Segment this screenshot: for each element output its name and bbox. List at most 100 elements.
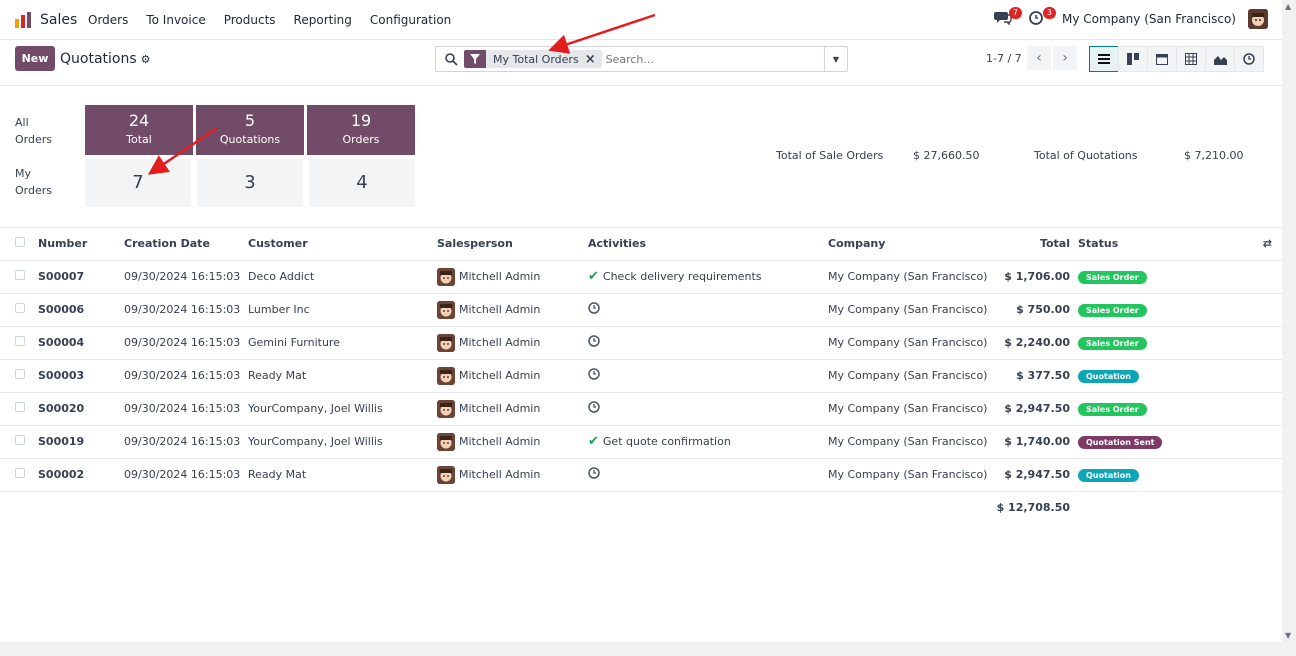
order-number: S00007 (38, 260, 124, 294)
app-name[interactable]: Sales (40, 12, 77, 28)
salesperson-cell: Mitchell Admin (437, 267, 588, 286)
table-row[interactable]: S00020 09/30/2024 16:15:03 YourCompany, Jo… (0, 392, 1282, 426)
chevron-right-icon: › (1062, 50, 1068, 66)
tile-all-total[interactable]: 24 Total (85, 105, 193, 155)
row-checkbox[interactable] (15, 270, 25, 280)
activity-button[interactable]: 3 (1028, 7, 1057, 29)
table-row[interactable]: S00006 09/30/2024 16:15:03 Lumber Inc Mitch… (0, 293, 1282, 327)
page-title: Quotations (60, 51, 137, 67)
salesperson-cell: Mitchell Admin (437, 366, 588, 385)
menu-to-invoice[interactable]: To Invoice (146, 13, 205, 27)
tile-all-orders[interactable]: 19 Orders (307, 105, 415, 155)
scroll-up-icon[interactable]: ▲ (1285, 2, 1291, 11)
customer-name: YourCompany, Joel Willis (248, 425, 437, 459)
menu-reporting[interactable]: Reporting (294, 13, 352, 27)
chevron-left-icon: ‹ (1036, 50, 1042, 66)
main-menu: Orders To Invoice Products Reporting Con… (88, 13, 469, 27)
clock-icon[interactable] (588, 335, 600, 350)
tile-all-orders-label: Orders (342, 133, 380, 146)
order-total: $ 750.00 (988, 293, 1078, 327)
pager-previous-button[interactable]: ‹ (1027, 46, 1051, 70)
col-customer[interactable]: Customer (248, 228, 437, 261)
horizontal-scrollbar[interactable] (0, 642, 1282, 656)
kanban-icon (1127, 53, 1139, 65)
close-icon[interactable]: × (585, 52, 602, 67)
col-salesperson[interactable]: Salesperson (437, 228, 588, 261)
pager-value[interactable]: 1-7 / 7 (986, 52, 1022, 65)
company-switcher[interactable]: My Company (San Francisco) (1062, 12, 1236, 26)
clock-icon[interactable] (588, 302, 600, 317)
search-icon[interactable] (444, 52, 458, 66)
chevron-down-icon[interactable]: ▼ (824, 47, 847, 71)
optional-columns-icon[interactable]: ⇄ (1263, 237, 1272, 250)
col-number[interactable]: Number (38, 228, 124, 261)
order-total: $ 2,240.00 (988, 326, 1078, 360)
table-row[interactable]: S00002 09/30/2024 16:15:03 Ready Mat Mitche… (0, 458, 1282, 492)
tile-my-quotations[interactable]: 3 (197, 159, 303, 207)
status-badge: Sales Order (1078, 303, 1147, 317)
clock-icon[interactable] (588, 368, 600, 383)
row-checkbox[interactable] (15, 468, 25, 478)
menu-products[interactable]: Products (224, 13, 276, 27)
user-avatar[interactable] (1248, 9, 1268, 29)
table-row[interactable]: S00003 09/30/2024 16:15:03 Ready Mat Mitche… (0, 359, 1282, 393)
salesperson-name: Mitchell Admin (459, 303, 541, 316)
kanban-view-button[interactable] (1118, 46, 1148, 72)
status-badge: Sales Order (1078, 336, 1147, 350)
list-view-button[interactable] (1089, 46, 1119, 72)
salesperson-name: Mitchell Admin (459, 336, 541, 349)
sales-app-icon[interactable] (14, 11, 32, 29)
order-number: S00019 (38, 425, 124, 459)
search-input[interactable] (605, 52, 826, 66)
tile-my-total[interactable]: 7 (85, 159, 191, 207)
tile-my-orders[interactable]: 4 (309, 159, 415, 207)
row-checkbox[interactable] (15, 402, 25, 412)
col-company[interactable]: Company (828, 228, 988, 261)
row-checkbox[interactable] (15, 369, 25, 379)
activity-cell[interactable]: ✔ Get quote confirmation (588, 434, 828, 449)
col-total[interactable]: Total (988, 228, 1078, 261)
customer-name: Lumber Inc (248, 293, 437, 327)
messaging-button[interactable]: 7 (994, 7, 1023, 29)
scroll-down-icon[interactable]: ▼ (1285, 631, 1291, 640)
my-orders-label-line1: My (15, 167, 32, 180)
pivot-view-button[interactable] (1176, 46, 1206, 72)
total-quotations-value: $ 7,210.00 (1184, 149, 1244, 162)
avatar (437, 399, 455, 418)
row-checkbox[interactable] (15, 336, 25, 346)
graph-view-button[interactable] (1205, 46, 1235, 72)
row-checkbox[interactable] (15, 435, 25, 445)
clock-icon[interactable] (588, 467, 600, 482)
row-checkbox[interactable] (15, 303, 25, 313)
salesperson-name: Mitchell Admin (459, 270, 541, 283)
menu-configuration[interactable]: Configuration (370, 13, 451, 27)
col-creation-date[interactable]: Creation Date (124, 228, 248, 261)
avatar (437, 267, 455, 286)
col-status[interactable]: Status (1078, 228, 1218, 261)
customer-name: Gemini Furniture (248, 326, 437, 360)
order-number: S00002 (38, 458, 124, 492)
clock-icon (1029, 11, 1043, 25)
table-row[interactable]: S00019 09/30/2024 16:15:03 YourCompany, Jo… (0, 425, 1282, 459)
activity-view-button[interactable] (1234, 46, 1264, 72)
new-button[interactable]: New (15, 46, 55, 71)
gear-icon[interactable]: ⚙ (141, 53, 151, 66)
col-activities[interactable]: Activities (588, 228, 828, 261)
pivot-icon (1185, 53, 1197, 65)
table-row[interactable]: S00007 09/30/2024 16:15:03 Deco Addict Mitc… (0, 260, 1282, 294)
select-all-checkbox[interactable] (15, 237, 25, 248)
salesperson-name: Mitchell Admin (459, 402, 541, 415)
menu-orders[interactable]: Orders (88, 13, 128, 27)
table-row[interactable]: S00004 09/30/2024 16:15:03 Gemini Furnitur… (0, 326, 1282, 360)
avatar (437, 333, 455, 352)
activity-cell[interactable]: ✔ Check delivery requirements (588, 269, 828, 284)
creation-date: 09/30/2024 16:15:03 (124, 326, 248, 360)
creation-date: 09/30/2024 16:15:03 (124, 392, 248, 426)
vertical-scrollbar[interactable]: ▲ ▼ (1282, 0, 1296, 656)
tile-all-quotations[interactable]: 5 Quotations (196, 105, 304, 155)
calendar-view-button[interactable] (1147, 46, 1177, 72)
pager-next-button[interactable]: › (1053, 46, 1077, 70)
clock-icon[interactable] (588, 401, 600, 416)
list-icon (1098, 54, 1110, 64)
my-orders-label: My Orders (15, 165, 52, 199)
